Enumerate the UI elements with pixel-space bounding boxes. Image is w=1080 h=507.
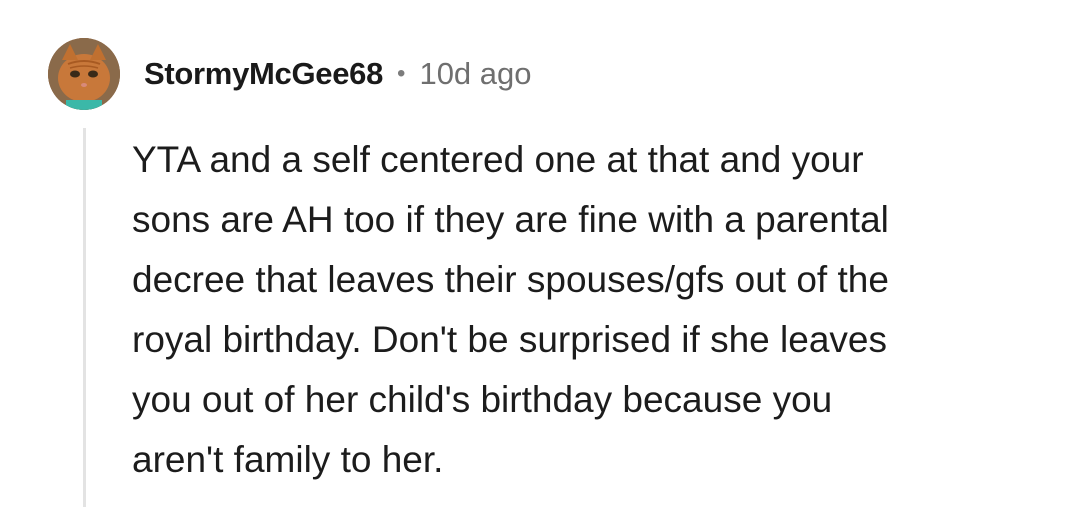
user-avatar[interactable] [48, 38, 120, 110]
kitten-avatar-icon [48, 38, 120, 110]
comment-line: decree that leaves their spouses/gfs out… [132, 259, 889, 300]
comment-line: aren't family to her. [132, 439, 444, 480]
comment-body: YTA and a self centered one at that and … [132, 130, 1052, 490]
timestamp: 10d ago [419, 56, 532, 91]
thread-collapse-line[interactable] [83, 128, 86, 507]
comment-header: StormyMcGee68 • 10d ago [144, 52, 532, 96]
comment-line: YTA and a self centered one at that and … [132, 139, 864, 180]
comment-line: you out of her child's birthday because … [132, 379, 833, 420]
comment-card: StormyMcGee68 • 10d ago YTA and a self c… [0, 0, 1080, 507]
comment-line: royal birthday. Don't be surprised if sh… [132, 319, 887, 360]
separator-dot: • [397, 60, 406, 87]
comment-line: sons are AH too if they are fine with a … [132, 199, 889, 240]
username-link[interactable]: StormyMcGee68 [144, 56, 383, 92]
